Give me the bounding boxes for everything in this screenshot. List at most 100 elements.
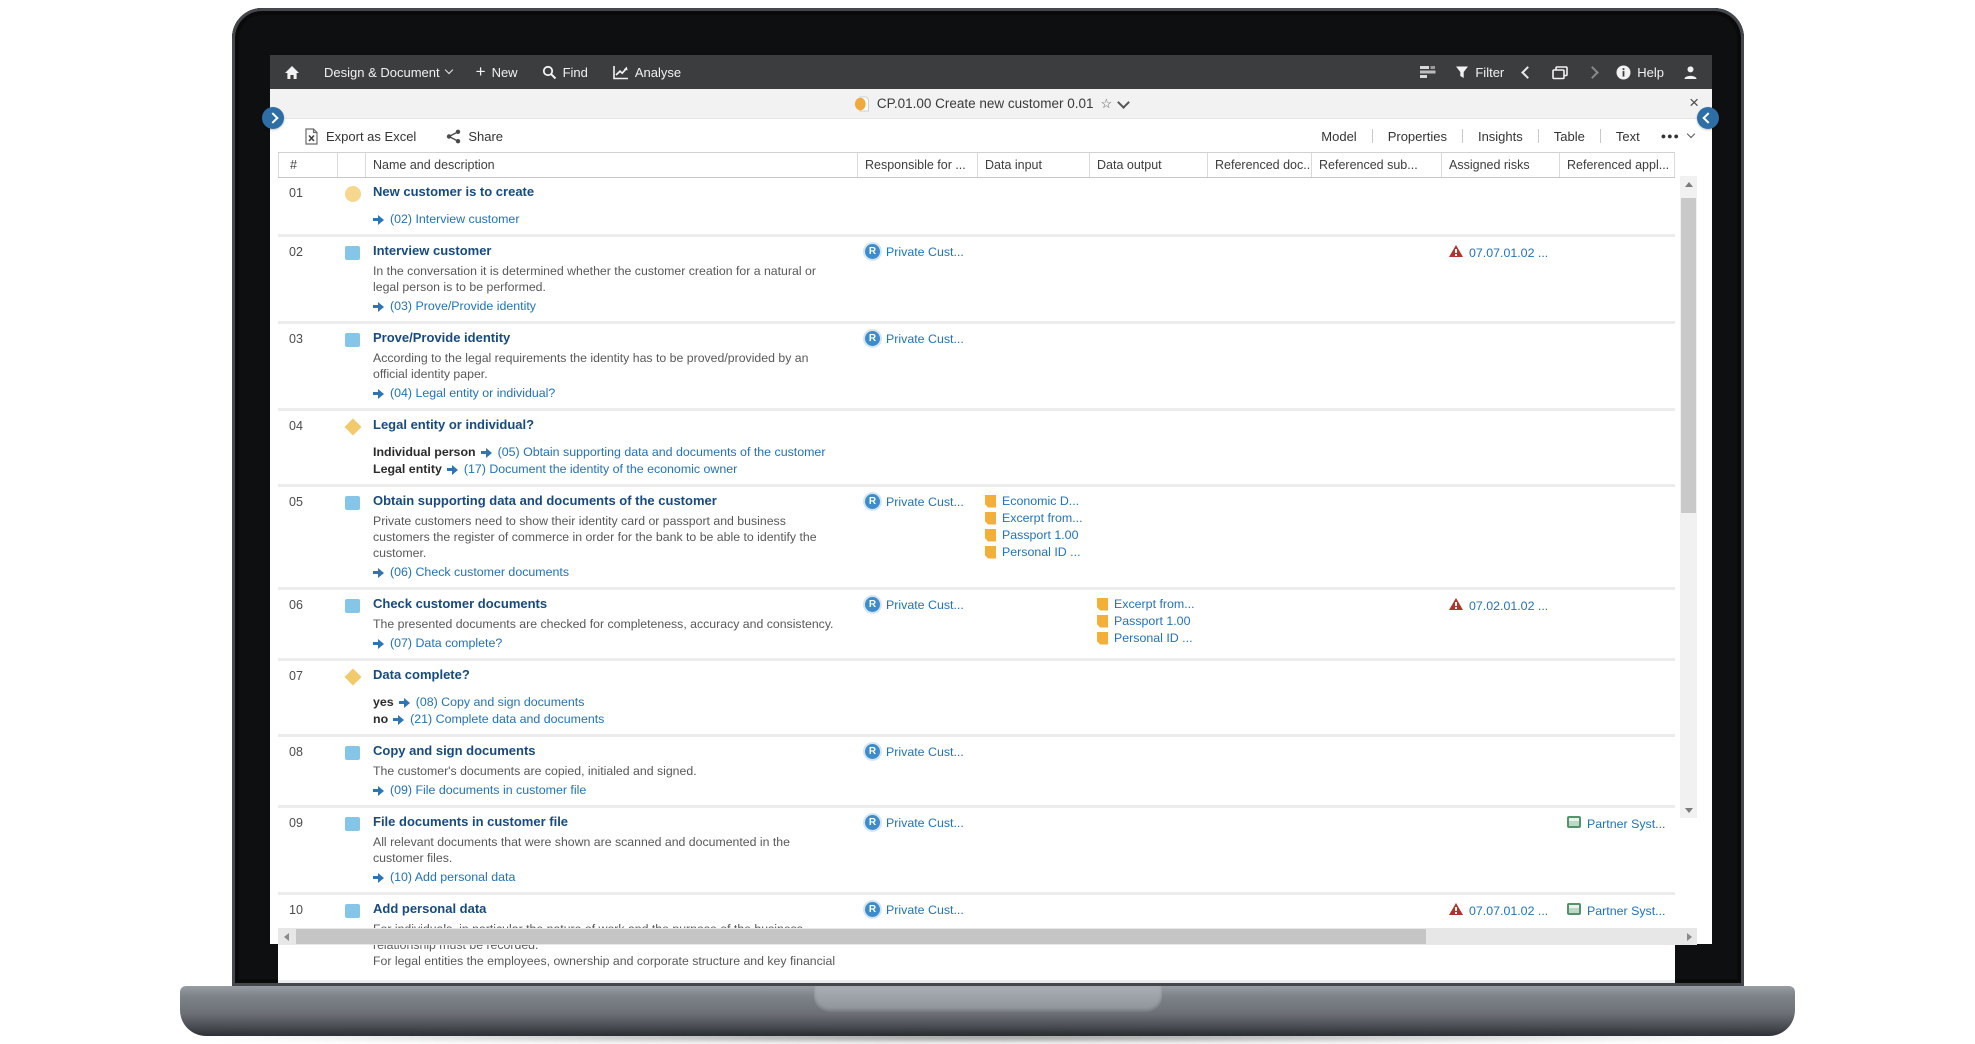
tabs-dropdown-chevron-icon[interactable] — [1687, 130, 1695, 138]
step-name[interactable]: Check customer documents — [373, 596, 840, 612]
role-icon: R — [865, 744, 880, 759]
export-excel-button[interactable]: Export as Excel — [304, 128, 416, 145]
outgoing-link[interactable]: (04) Legal entity or individual? — [373, 386, 840, 401]
table-row[interactable]: 07 Data complete? yes(08) Copy and sign … — [278, 661, 1675, 737]
outgoing-link[interactable]: no(21) Complete data and documents — [373, 712, 840, 727]
nav-new-button[interactable]: + New — [476, 65, 518, 80]
header-data-input[interactable]: Data input — [978, 153, 1090, 177]
data-object[interactable]: Economic D... — [985, 493, 1090, 509]
table-row[interactable]: 04 Legal entity or individual? Individua… — [278, 411, 1675, 487]
triangle-right-icon — [1687, 933, 1692, 941]
filter-button[interactable]: Filter — [1455, 65, 1504, 80]
responsible-name[interactable]: Private Cust... — [886, 902, 964, 918]
step-name[interactable]: Prove/Provide identity — [373, 330, 840, 346]
header-ref-documents[interactable]: Referenced doc... — [1208, 153, 1312, 177]
ref-doc-cell — [1208, 814, 1312, 885]
table-row[interactable]: 05 Obtain supporting data and documents … — [278, 487, 1675, 590]
table-row[interactable]: 08 Copy and sign documents The customer'… — [278, 737, 1675, 808]
chevron-right-icon — [267, 112, 278, 123]
step-name[interactable]: Interview customer — [373, 243, 840, 259]
close-model-button[interactable]: × — [1689, 94, 1699, 111]
data-object[interactable]: Personal ID ... — [985, 544, 1090, 560]
data-object[interactable]: Passport 1.00 — [1097, 613, 1208, 629]
data-object[interactable]: Passport 1.00 — [985, 527, 1090, 543]
header-name[interactable]: Name and description — [366, 153, 858, 177]
model-title-group[interactable]: CP.01.00 Create new customer 0.01 ☆ — [854, 96, 1128, 112]
step-name[interactable]: New customer is to create — [373, 184, 840, 200]
tab-properties[interactable]: Properties — [1373, 129, 1462, 144]
outgoing-link[interactable]: (07) Data complete? — [373, 636, 840, 651]
user-icon[interactable] — [1683, 65, 1698, 80]
back-chevron-icon[interactable] — [1521, 66, 1534, 79]
more-tabs-icon[interactable]: ●●● — [1661, 131, 1680, 141]
responsible-name[interactable]: Private Cust... — [886, 815, 964, 831]
risk-id[interactable]: 07.07.01.02 ... — [1469, 245, 1548, 261]
nav-find-button[interactable]: Find — [542, 65, 588, 80]
responsible-name[interactable]: Private Cust... — [886, 331, 964, 347]
vertical-scrollbar-thumb[interactable] — [1681, 198, 1696, 513]
home-button[interactable] — [284, 65, 300, 80]
header-data-output[interactable]: Data output — [1090, 153, 1208, 177]
horizontal-scrollbar[interactable] — [278, 928, 1697, 945]
risk-id[interactable]: 07.07.01.02 ... — [1469, 903, 1548, 919]
expand-left-panel-button[interactable] — [262, 107, 284, 129]
step-name[interactable]: Legal entity or individual? — [373, 417, 840, 433]
table-row[interactable]: 09 File documents in customer file All r… — [278, 808, 1675, 895]
window-tabs-icon[interactable] — [1551, 65, 1569, 80]
tab-text[interactable]: Text — [1601, 129, 1655, 144]
table-row[interactable]: 06 Check customer documents The presente… — [278, 590, 1675, 661]
step-name[interactable]: Copy and sign documents — [373, 743, 840, 759]
responsible-name[interactable]: Private Cust... — [886, 494, 964, 510]
search-icon — [542, 65, 557, 80]
outgoing-link[interactable]: Individual person(05) Obtain supporting … — [373, 445, 840, 460]
share-button[interactable]: Share — [446, 129, 503, 144]
data-object[interactable]: Excerpt from... — [1097, 596, 1208, 612]
data-object[interactable]: Excerpt from... — [985, 510, 1090, 526]
header-ref-applications[interactable]: Referenced appl... — [1560, 153, 1675, 177]
data-object[interactable]: Personal ID ... — [1097, 630, 1208, 646]
application-name[interactable]: Partner Syst... — [1587, 816, 1666, 832]
nav-design-document[interactable]: Design & Document — [324, 65, 452, 80]
header-ref-subprocess[interactable]: Referenced sub... — [1312, 153, 1442, 177]
tab-insights[interactable]: Insights — [1463, 129, 1538, 144]
model-overview-icon[interactable] — [1419, 65, 1436, 79]
help-button[interactable]: Help — [1616, 65, 1664, 80]
table-row[interactable]: 03 Prove/Provide identity According to t… — [278, 324, 1675, 411]
tab-model[interactable]: Model — [1306, 129, 1371, 144]
header-responsible[interactable]: Responsible for ... — [858, 153, 978, 177]
header-number[interactable]: # — [278, 153, 338, 177]
step-name[interactable]: Obtain supporting data and documents of … — [373, 493, 840, 509]
vertical-scrollbar[interactable] — [1680, 176, 1697, 818]
header-type-icon[interactable] — [338, 153, 366, 177]
scroll-right-button[interactable] — [1681, 928, 1697, 945]
table-row[interactable]: 02 Interview customer In the conversatio… — [278, 237, 1675, 324]
scroll-left-button[interactable] — [278, 928, 294, 945]
horizontal-scrollbar-thumb[interactable] — [296, 929, 1426, 944]
responsible-name[interactable]: Private Cust... — [886, 597, 964, 613]
outgoing-link[interactable]: Legal entity(17) Document the identity o… — [373, 462, 840, 477]
expand-right-panel-button[interactable] — [1697, 107, 1719, 129]
scroll-down-button[interactable] — [1680, 802, 1697, 818]
title-dropdown-chevron-icon[interactable] — [1117, 96, 1130, 109]
scroll-up-button[interactable] — [1680, 176, 1697, 192]
header-assigned-risks[interactable]: Assigned risks — [1442, 153, 1560, 177]
favorite-star-icon[interactable]: ☆ — [1100, 96, 1112, 112]
risk-id[interactable]: 07.02.01.02 ... — [1469, 598, 1548, 614]
outgoing-link[interactable]: (03) Prove/Provide identity — [373, 299, 840, 314]
nav-analyse-button[interactable]: Analyse — [612, 65, 681, 80]
step-name[interactable]: Data complete? — [373, 667, 840, 683]
application-name[interactable]: Partner Syst... — [1587, 903, 1666, 919]
link-label: (03) Prove/Provide identity — [390, 299, 536, 314]
responsible-name[interactable]: Private Cust... — [886, 744, 964, 760]
responsible-name[interactable]: Private Cust... — [886, 244, 964, 260]
table-row[interactable]: 01 New customer is to create (02) Interv… — [278, 178, 1675, 237]
outgoing-link[interactable]: (02) Interview customer — [373, 212, 840, 227]
step-name[interactable]: Add personal data — [373, 901, 840, 917]
outgoing-link[interactable]: (10) Add personal data — [373, 870, 840, 885]
outgoing-link[interactable]: yes(08) Copy and sign documents — [373, 695, 840, 710]
outgoing-link[interactable]: (06) Check customer documents — [373, 565, 840, 580]
tab-table[interactable]: Table — [1539, 129, 1600, 144]
step-name[interactable]: File documents in customer file — [373, 814, 840, 830]
outgoing-link[interactable]: (09) File documents in customer file — [373, 783, 840, 798]
forward-chevron-icon[interactable] — [1586, 66, 1599, 79]
